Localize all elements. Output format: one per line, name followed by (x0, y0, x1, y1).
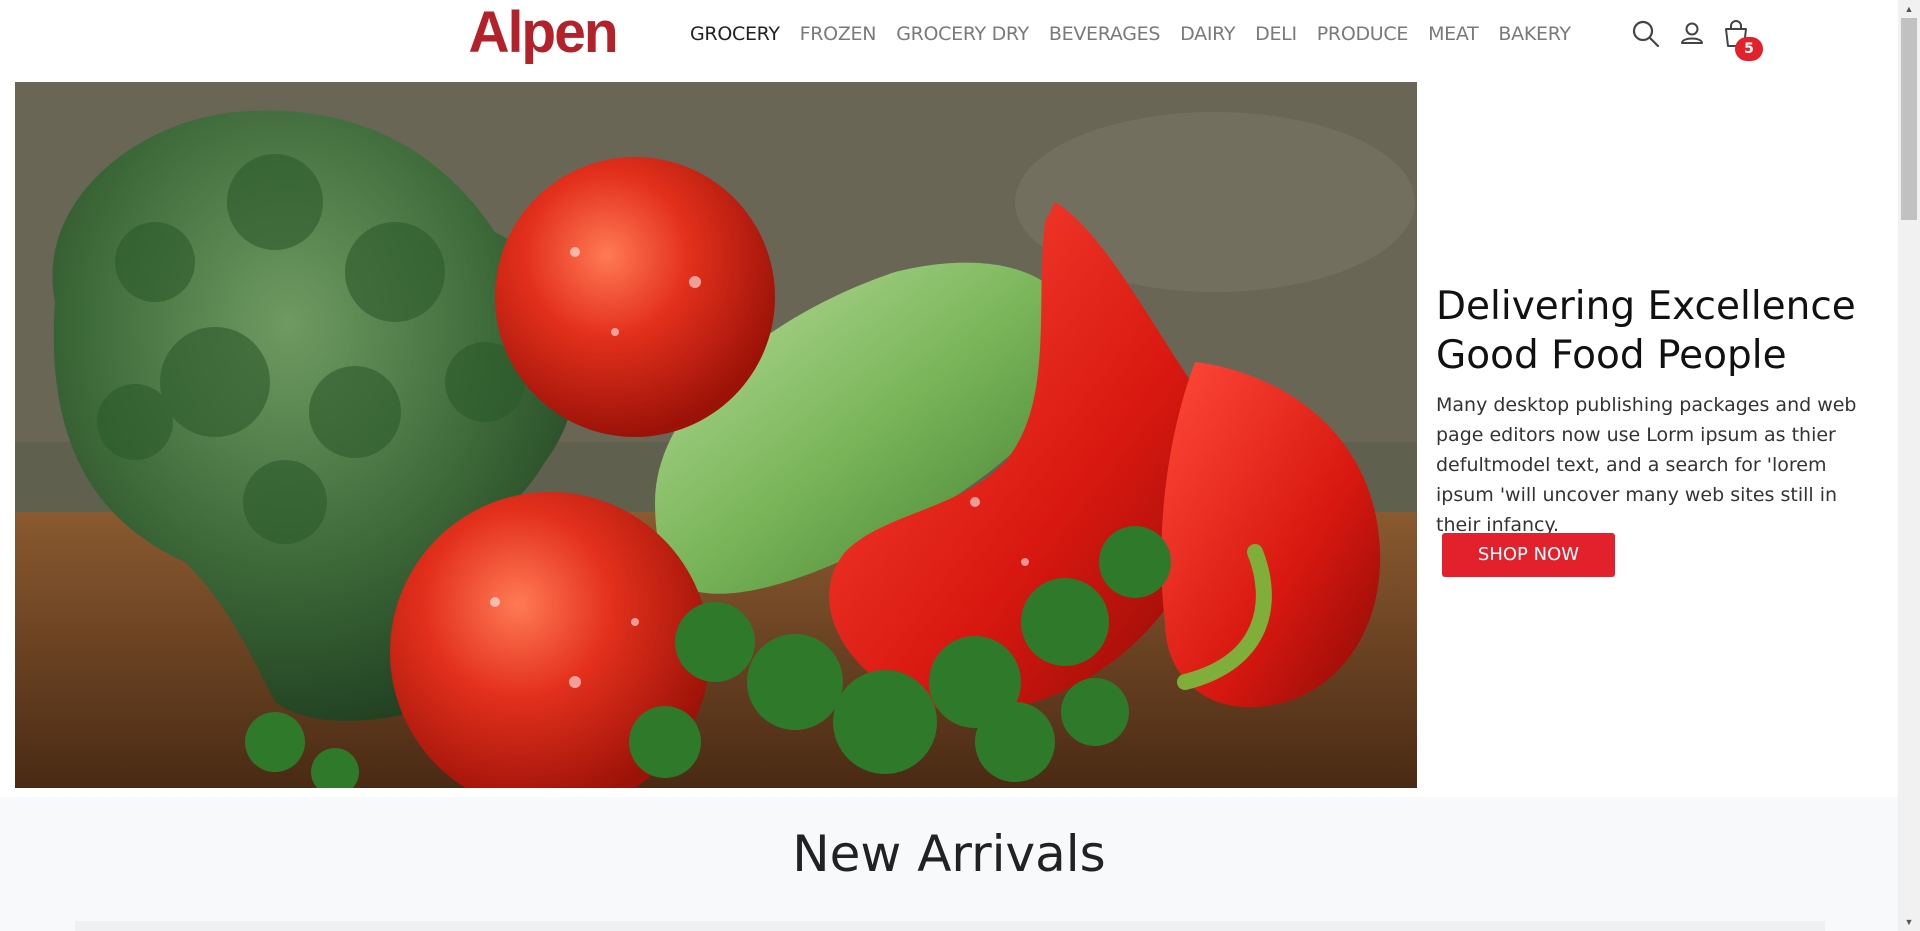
hero-description: Many desktop publishing packages and web… (1436, 394, 1857, 536)
main-nav: GROCERY FROZEN GROCERY DRY BEVERAGES DAI… (690, 20, 1591, 48)
hero-title-line1: Delivering Excellence (1436, 284, 1856, 329)
nav-item-produce[interactable]: PRODUCE (1317, 20, 1409, 48)
shop-now-button[interactable]: SHOP NOW (1442, 533, 1615, 577)
nav-item-bakery[interactable]: BAKERY (1498, 20, 1571, 48)
scroll-down-arrow-icon[interactable]: ▼ (1898, 913, 1920, 931)
product-card-row (75, 921, 1825, 931)
hero-content: Delivering Excellence Good Food People M… (1436, 282, 1886, 540)
new-arrivals-section: New Arrivals (0, 797, 1898, 931)
nav-item-deli[interactable]: DELI (1255, 20, 1297, 48)
scrollbar-thumb[interactable] (1901, 18, 1917, 220)
nav-item-grocery-dry[interactable]: GROCERY DRY (896, 20, 1029, 48)
nav-item-grocery[interactable]: GROCERY (690, 20, 780, 48)
nav-item-meat[interactable]: MEAT (1428, 20, 1479, 48)
brand-logo[interactable]: Alpen (469, 0, 619, 66)
site-header: Alpen GROCERY FROZEN GROCERY DRY BEVERAG… (0, 0, 1898, 82)
nav-item-frozen[interactable]: FROZEN (800, 20, 877, 48)
cart-count-badge: 5 (1735, 37, 1763, 61)
user-icon[interactable] (1676, 18, 1708, 50)
nav-item-dairy[interactable]: DAIRY (1180, 20, 1235, 48)
search-icon[interactable] (1630, 18, 1662, 50)
hero-title: Delivering Excellence Good Food People (1436, 282, 1886, 380)
scroll-up-arrow-icon[interactable]: ▲ (1898, 0, 1920, 18)
nav-item-beverages[interactable]: BEVERAGES (1049, 20, 1161, 48)
hero-image (15, 82, 1417, 788)
page-scrollbar[interactable]: ▲ ▼ (1898, 0, 1920, 931)
hero-title-line2: Good Food People (1436, 333, 1787, 378)
section-title: New Arrivals (792, 825, 1106, 883)
